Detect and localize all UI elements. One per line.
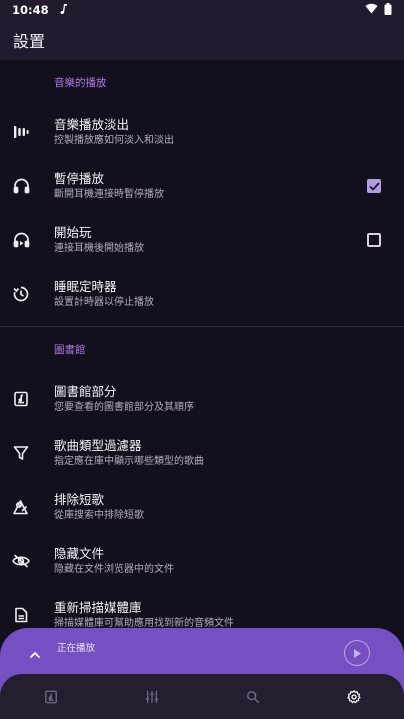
eye-off-icon [0,534,54,588]
headphones-play-icon [0,213,54,267]
headphones-icon [0,159,54,213]
play-icon [354,648,361,658]
app-toolbar: 設置 [0,20,404,60]
pref-summary: 連接耳機後開始播放 [54,242,144,254]
pref-title: 排除短歌 [54,491,105,507]
battery-icon [384,2,392,18]
pref-start-on-connect[interactable]: 開始玩 連接耳機後開始播放 [0,213,404,267]
music-note-icon [59,3,69,18]
pref-title: 音樂播放淡出 [54,116,130,132]
pref-summary: 隐藏在文件浏览器中的文件 [54,563,174,575]
start-checkbox[interactable] [367,233,381,247]
settings-tab-icon [346,689,361,703]
now-playing-label: 正在播放 [57,643,96,654]
pref-summary: 設置計時器以停止播放 [54,296,154,308]
pref-rescan-library[interactable]: 重新掃描媒體庫 掃描媒體庫可幫助應用找到新的音頻文件 [0,588,404,628]
section-header-playback: 音樂的播放 [54,77,107,89]
library-tab-icon [44,690,57,703]
nav-tab-settings[interactable] [303,674,404,719]
status-bar: 10:48 [0,0,404,20]
pref-title: 睡眠定時器 [54,278,117,294]
pref-summary: 斷開耳機連接時暫停播放 [54,188,164,200]
pref-song-type-filter[interactable]: 歌曲類型過濾器 指定應在庫中顯示哪些類型的歌曲 [0,426,404,480]
status-time: 10:48 [12,3,49,17]
pref-title: 重新掃描媒體庫 [54,599,142,615]
nav-tab-search[interactable] [202,674,303,719]
pref-summary: 指定應在庫中顯示哪些類型的歌曲 [54,455,204,467]
equalizer-tab-icon [145,690,158,703]
pause-checkbox[interactable] [367,179,381,193]
sleep-timer-icon [0,267,54,321]
library-icon [0,372,54,426]
pref-title: 圖書館部分 [54,383,117,399]
pref-summary: 掃描媒體庫可幫助應用找到新的音頻文件 [54,617,234,629]
filter-icon [0,426,54,480]
search-tab-icon [246,690,259,703]
play-button[interactable] [344,640,370,666]
rescan-file-icon [0,588,54,628]
pref-title: 暫停播放 [54,170,105,186]
pref-title: 隐藏文件 [54,545,105,561]
fade-bars-icon [0,105,54,159]
pref-title: 開始玩 [54,224,92,240]
nav-tab-equalizer[interactable] [101,674,202,719]
chevron-up-icon[interactable] [22,642,48,668]
page-title: 設置 [13,32,46,51]
pref-summary: 控製播放應如何淡入和淡出 [54,134,174,146]
pref-sleep-timer[interactable]: 睡眠定時器 設置計時器以停止播放 [0,267,404,321]
pref-exclude-short-songs[interactable]: 排除短歌 從庫搜索中排除短歌 [0,480,404,534]
section-header-library: 圖書館 [54,344,86,356]
settings-list[interactable]: 音樂的播放 音樂播放淡出 控製播放應如何淡入和淡出 暫停播放 斷開耳機連接時暫停… [0,60,404,628]
nav-tab-library[interactable] [0,674,101,719]
pref-pause-on-disconnect[interactable]: 暫停播放 斷開耳機連接時暫停播放 [0,159,404,213]
pref-playback-fade[interactable]: 音樂播放淡出 控製播放應如何淡入和淡出 [0,105,404,159]
exclude-short-icon [0,480,54,534]
pref-summary: 您要查看的圖書館部分及其順序 [54,401,194,413]
pref-title: 歌曲類型過濾器 [54,437,142,453]
pref-hidden-files[interactable]: 隐藏文件 隐藏在文件浏览器中的文件 [0,534,404,588]
pref-summary: 從庫搜索中排除短歌 [54,509,144,521]
bottom-nav [0,674,404,719]
pref-library-sections[interactable]: 圖書館部分 您要查看的圖書館部分及其順序 [0,372,404,426]
wifi-icon [365,3,378,17]
